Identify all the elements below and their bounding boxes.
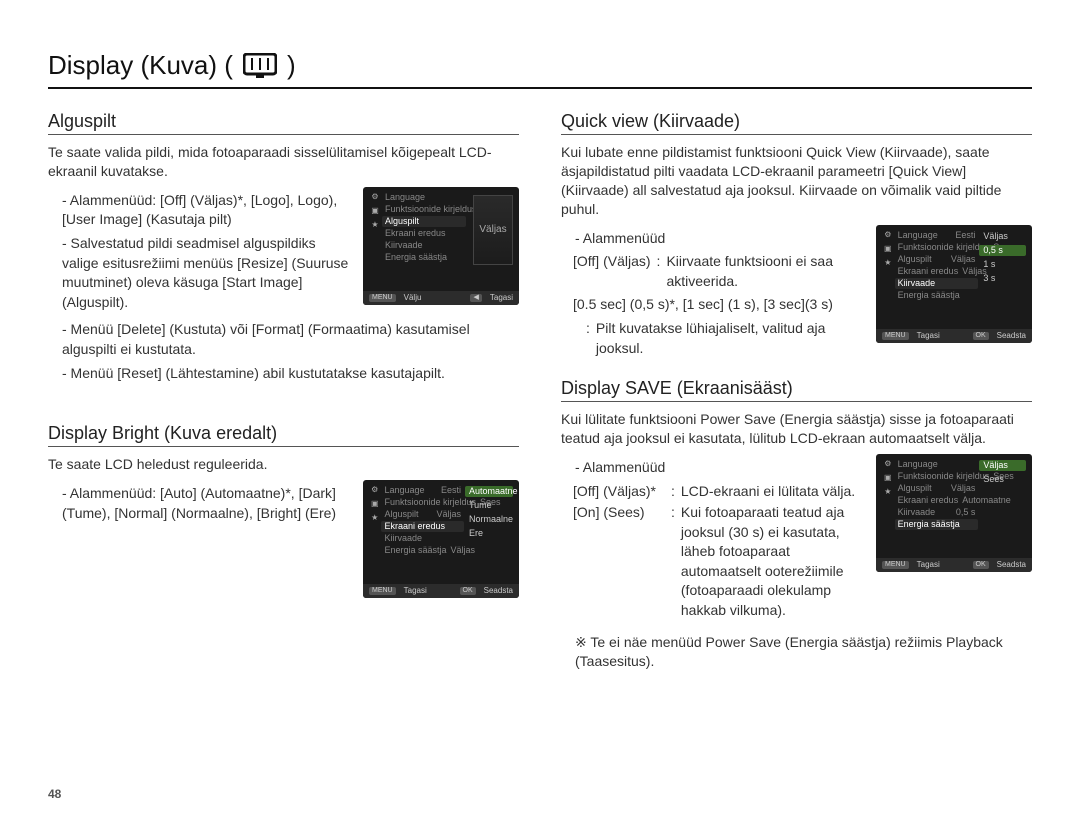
list-item: - Menüü [Delete] (Kustuta) või [Format] … <box>62 320 519 359</box>
page-title-close: ) <box>287 50 296 81</box>
note: ※ Te ei näe menüüd Power Save (Energia s… <box>575 633 1032 671</box>
display-icon <box>243 53 277 79</box>
section-heading-quick-view: Quick view (Kiirvaade) <box>561 111 1032 135</box>
page-title-text: Display (Kuva) ( <box>48 50 233 81</box>
camera-lcd-bright: ⚙▣★ LanguageEesti Funktsioonide kirjeldu… <box>363 480 519 598</box>
camera-lcd-quickview: ⚙▣★ LanguageEesti Funktsioonide kirjeldu… <box>876 225 1032 343</box>
def-key: [Off] (Väljas)* <box>573 482 665 502</box>
def-val: LCD-ekraani ei lülitata välja. <box>681 482 864 502</box>
page-number: 48 <box>48 787 61 801</box>
lcd-preview-box: Väljas <box>473 195 513 265</box>
text: Te saate valida pildi, mida fotoaparaadi… <box>48 143 519 181</box>
def-key: [Off] (Väljas) <box>573 252 651 291</box>
camera-lcd-save: ⚙▣★ Language Funktsioonide kirjeldusSees… <box>876 454 1032 572</box>
page-title: Display (Kuva) ( ) <box>48 50 1032 89</box>
list-item: - Alammenüüd: [Auto] (Automaatne)*, [Dar… <box>62 484 351 523</box>
submenu-label: - Alammenüüd <box>575 458 864 478</box>
list-item: - Alammenüüd: [Off] (Väljas)*, [Logo], L… <box>62 191 351 230</box>
def-key: [0.5 sec] (0,5 s)*, [1 sec] (1 s), [3 se… <box>573 295 864 315</box>
section-heading-display-save: Display SAVE (Ekraanisääst) <box>561 378 1032 402</box>
section-heading-display-bright: Display Bright (Kuva eredalt) <box>48 423 519 447</box>
def-val: Kui fotoaparaati teatud aja jooksul (30 … <box>681 503 864 621</box>
list-item: - Menüü [Reset] (Lähtestamine) abil kust… <box>62 364 519 384</box>
submenu-label: - Alammenüüd <box>575 229 864 249</box>
section-heading-alguspilt: Alguspilt <box>48 111 519 135</box>
def-val: Kiirvaate funktsiooni ei saa aktiveerida… <box>666 252 864 291</box>
def-key: [On] (Sees) <box>573 503 665 621</box>
def-val: Pilt kuvatakse lühiajaliselt, valitud aj… <box>596 319 864 358</box>
camera-lcd-alguspilt: ⚙▣★ Language Funktsioonide kirjeldus Alg… <box>363 187 519 305</box>
list-item: - Salvestatud pildi seadmisel alguspildi… <box>62 234 351 312</box>
text: Te saate LCD heledust reguleerida. <box>48 455 519 474</box>
text: Kui lülitate funktsiooni Power Save (Ene… <box>561 410 1032 448</box>
text: Kui lubate enne pildistamist funktsiooni… <box>561 143 1032 219</box>
